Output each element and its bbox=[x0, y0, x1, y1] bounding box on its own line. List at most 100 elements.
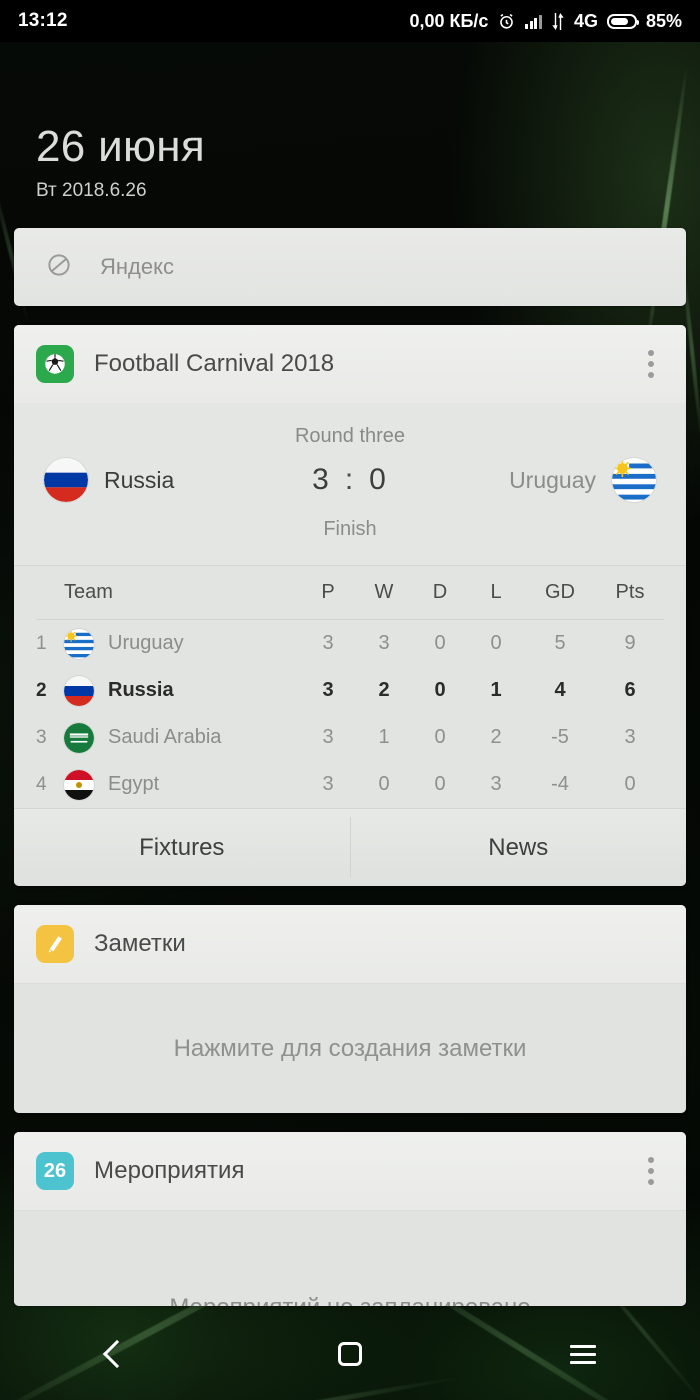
events-widget-title: Мероприятия bbox=[94, 1157, 245, 1184]
away-team-name: Uruguay bbox=[509, 466, 596, 493]
home-team-name: Russia bbox=[104, 466, 175, 493]
match-round-label: Round three bbox=[294, 425, 406, 447]
row-d: 0 bbox=[434, 632, 446, 654]
events-widget: 26 Мероприятия Мероприятий не запланиров… bbox=[14, 1132, 686, 1306]
row-w: 0 bbox=[378, 773, 390, 795]
row-rank: 1 bbox=[36, 632, 47, 654]
recents-button[interactable] bbox=[467, 1308, 700, 1400]
row-pts: 3 bbox=[624, 726, 636, 748]
row-d: 0 bbox=[434, 726, 446, 748]
calendar-day-icon: 26 bbox=[36, 1152, 74, 1190]
table-row[interactable]: 2 Russia 3 2 0 1 4 6 bbox=[36, 667, 664, 714]
notes-widget: Заметки Нажмите для создания заметки bbox=[14, 905, 686, 1113]
score-separator: : bbox=[344, 463, 356, 496]
row-team-name: Egypt bbox=[108, 773, 160, 795]
row-team-name: Uruguay bbox=[108, 632, 184, 654]
back-chevron-icon bbox=[102, 1339, 131, 1369]
back-button[interactable] bbox=[0, 1308, 233, 1400]
row-gd: 5 bbox=[554, 632, 566, 654]
alarm-clock-icon bbox=[497, 12, 516, 31]
row-p: 3 bbox=[322, 679, 334, 701]
column-l: L bbox=[490, 581, 502, 603]
status-clock: 13:12 bbox=[18, 10, 68, 31]
home-button[interactable] bbox=[233, 1308, 466, 1400]
table-row[interactable]: 4 Egypt 3 0 0 3 -4 0 bbox=[36, 761, 664, 808]
search-bar[interactable]: Яндекс bbox=[14, 228, 686, 306]
table-row[interactable]: 3 Saudi Arabia 3 1 0 2 -5 3 bbox=[36, 714, 664, 761]
column-pts: Pts bbox=[615, 581, 645, 603]
row-l: 0 bbox=[490, 632, 502, 654]
row-d: 0 bbox=[434, 679, 446, 701]
search-input[interactable]: Яндекс bbox=[100, 254, 174, 280]
notes-widget-header[interactable]: Заметки bbox=[14, 905, 686, 983]
events-list[interactable]: Мероприятий не запланировано bbox=[14, 1210, 686, 1306]
row-pts: 6 bbox=[624, 679, 636, 701]
row-team: Saudi Arabia bbox=[64, 722, 300, 753]
match-status-label: Finish bbox=[323, 518, 377, 540]
column-d: D bbox=[432, 581, 448, 603]
row-team-name: Russia bbox=[108, 679, 174, 701]
row-team: Egypt bbox=[64, 769, 300, 800]
row-d: 0 bbox=[434, 773, 446, 795]
data-transfer-icon bbox=[551, 12, 565, 30]
row-w: 2 bbox=[378, 679, 390, 701]
football-widget-title: Football Carnival 2018 bbox=[94, 350, 335, 377]
more-vertical-icon[interactable] bbox=[638, 1149, 664, 1193]
column-p: P bbox=[321, 581, 335, 603]
date-subtitle: Вт 2018.6.26 bbox=[36, 180, 147, 202]
row-rank: 4 bbox=[36, 773, 47, 795]
fixtures-button[interactable]: Fixtures bbox=[14, 809, 350, 886]
news-button[interactable]: News bbox=[351, 809, 687, 886]
battery-percent-label: 85% bbox=[645, 10, 682, 31]
away-team: Uruguay bbox=[416, 458, 656, 502]
row-pts: 0 bbox=[624, 773, 636, 795]
notes-create-area[interactable]: Нажмите для создания заметки bbox=[14, 983, 686, 1113]
flag-uruguay bbox=[64, 628, 94, 659]
standings-header-row: Team P W D L GD Pts bbox=[36, 566, 664, 620]
status-bar: 13:12 0,00 КБ/с 4G 85% bbox=[0, 0, 700, 42]
score-block: 3:0 bbox=[284, 463, 416, 497]
column-w: W bbox=[374, 581, 394, 603]
home-team: Russia bbox=[44, 458, 284, 502]
navigation-bar bbox=[0, 1308, 700, 1400]
network-type-label: 4G bbox=[573, 10, 598, 31]
menu-hamburger-icon bbox=[570, 1344, 597, 1364]
row-gd: -5 bbox=[551, 726, 569, 748]
row-w: 1 bbox=[378, 726, 390, 748]
row-rank: 2 bbox=[36, 679, 47, 701]
row-gd: -4 bbox=[551, 773, 569, 795]
signal-bars-icon bbox=[525, 14, 542, 29]
row-team-name: Saudi Arabia bbox=[108, 726, 222, 748]
pencil-icon bbox=[36, 925, 74, 963]
row-team: Russia bbox=[64, 675, 300, 706]
row-gd: 4 bbox=[554, 679, 566, 701]
away-score: 0 bbox=[369, 463, 388, 496]
football-widget-header[interactable]: Football Carnival 2018 bbox=[14, 325, 686, 403]
row-pts: 9 bbox=[624, 632, 636, 654]
notes-placeholder: Нажмите для создания заметки bbox=[173, 1034, 527, 1062]
events-widget-header[interactable]: 26 Мероприятия bbox=[14, 1132, 686, 1210]
column-gd: GD bbox=[545, 581, 575, 603]
row-p: 3 bbox=[322, 632, 334, 654]
flag-uruguay bbox=[612, 458, 656, 502]
yandex-planet-icon bbox=[44, 250, 74, 285]
column-team: Team bbox=[64, 581, 113, 603]
more-vertical-icon[interactable] bbox=[638, 342, 664, 386]
match-summary[interactable]: Round three Russia 3: 0 Uruguay Finish bbox=[14, 403, 686, 565]
network-speed-label: 0,00 КБ/с bbox=[409, 10, 489, 31]
date-header[interactable]: 26 июня Вт 2018.6.26 bbox=[36, 123, 205, 202]
flag-russia bbox=[64, 675, 94, 706]
row-l: 2 bbox=[490, 726, 502, 748]
table-row[interactable]: 1 Uruguay 3 3 0 0 5 9 bbox=[36, 620, 664, 667]
football-widget: Football Carnival 2018 Round three Russi… bbox=[14, 325, 686, 886]
calendar-day-number: 26 bbox=[43, 1159, 67, 1182]
row-p: 3 bbox=[322, 726, 334, 748]
battery-icon bbox=[606, 13, 639, 29]
home-square-icon bbox=[337, 1342, 362, 1366]
row-w: 3 bbox=[378, 632, 390, 654]
row-l: 3 bbox=[490, 773, 502, 795]
row-team: Uruguay bbox=[64, 628, 300, 659]
row-p: 3 bbox=[322, 773, 334, 795]
flag-russia bbox=[44, 458, 88, 502]
flag-egypt bbox=[64, 769, 94, 800]
